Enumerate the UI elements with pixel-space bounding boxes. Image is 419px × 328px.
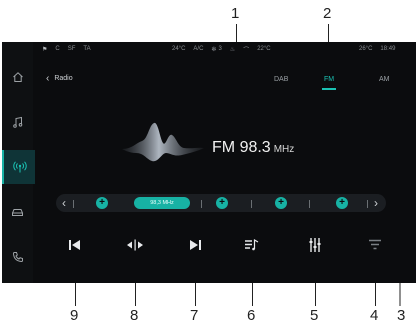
status-bar-center: 24°C A/C ✻ 3 ♨ ⌒ 22°C — [172, 42, 271, 56]
preset-add-button[interactable]: + — [336, 197, 348, 209]
equalizer-icon — [309, 238, 321, 252]
sidebar-item-phone[interactable] — [2, 240, 33, 274]
radio-icon — [12, 161, 27, 173]
frequency-unit: MHz — [273, 144, 295, 155]
passenger-temp: 22°C — [257, 46, 271, 52]
seek-back-button[interactable] — [64, 234, 86, 256]
fan-level: 3 — [218, 46, 222, 52]
driver-temp: 24°C — [172, 46, 186, 52]
status-bar-right: 26°C 18:49 — [359, 42, 395, 56]
tab-dab[interactable]: DAB — [274, 76, 288, 83]
preset-add-button[interactable]: + — [275, 197, 287, 209]
preset-add-button[interactable]: + — [216, 197, 228, 209]
fan-icon: ✻ — [211, 46, 217, 53]
seek-forward-icon — [190, 240, 201, 250]
waveform-artwork — [122, 122, 204, 162]
seat-heat-icon: ♨ — [229, 46, 236, 53]
filter-button[interactable] — [364, 234, 386, 256]
status-sf: SF — [67, 46, 76, 52]
car-icon — [12, 209, 23, 216]
tab-active-indicator — [322, 88, 336, 90]
status-c: C — [55, 46, 60, 52]
filter-icon — [369, 239, 381, 250]
signal-icon: ⚑ — [42, 46, 48, 53]
sidebar-item-home[interactable] — [2, 60, 33, 94]
tab-am[interactable]: AM — [379, 76, 390, 83]
status-ta: TA — [83, 46, 91, 52]
scan-button[interactable] — [124, 234, 146, 256]
tab-fm[interactable]: FM — [324, 76, 334, 83]
tick-mark — [367, 200, 368, 208]
seek-forward-button[interactable] — [184, 234, 206, 256]
seek-back-icon — [69, 240, 80, 250]
selected-frequency-pill[interactable]: 98,3 MHz — [134, 197, 190, 209]
frequency-display: FM 98.3 MHz — [212, 139, 294, 157]
tick-mark — [201, 200, 202, 208]
airflow-icon: ⌒ — [243, 47, 250, 54]
tune-right-button[interactable]: › — [374, 195, 378, 211]
station-list-icon — [245, 238, 259, 251]
equalizer-button[interactable] — [304, 234, 326, 256]
tune-left-button[interactable]: ‹ — [62, 195, 66, 211]
tick-mark — [73, 200, 74, 208]
header-title: Radio — [54, 75, 73, 82]
frequency-value: 98.3 — [239, 139, 271, 156]
phone-icon — [12, 252, 23, 263]
sidebar-item-vehicle[interactable] — [2, 195, 33, 229]
outside-temp: 26°C — [359, 46, 373, 52]
station-list-button[interactable] — [241, 234, 263, 256]
preset-add-button[interactable]: + — [96, 197, 108, 209]
ac-label: A/C — [193, 46, 204, 52]
infotainment-screen: ⚑ C SF TA 24°C A/C ✻ 3 ♨ ⌒ 22°C 26°C 18:… — [2, 42, 416, 283]
chevron-left-icon: ‹ — [46, 73, 50, 84]
sidebar-item-radio[interactable] — [2, 150, 35, 184]
status-bar-left: ⚑ C SF TA — [42, 42, 91, 56]
tuner-bar[interactable]: ‹ + 98,3 MHz + + + › — [56, 194, 386, 212]
clock: 18:49 — [380, 46, 396, 52]
sidebar — [2, 42, 35, 283]
sidebar-item-media[interactable] — [2, 105, 33, 139]
tick-mark — [309, 200, 310, 208]
home-icon — [12, 72, 23, 82]
band-label: FM — [212, 139, 236, 156]
scan-icon — [127, 239, 143, 251]
music-note-icon — [12, 116, 22, 128]
tick-mark — [251, 200, 252, 208]
back-button[interactable]: ‹ Radio — [46, 73, 73, 84]
